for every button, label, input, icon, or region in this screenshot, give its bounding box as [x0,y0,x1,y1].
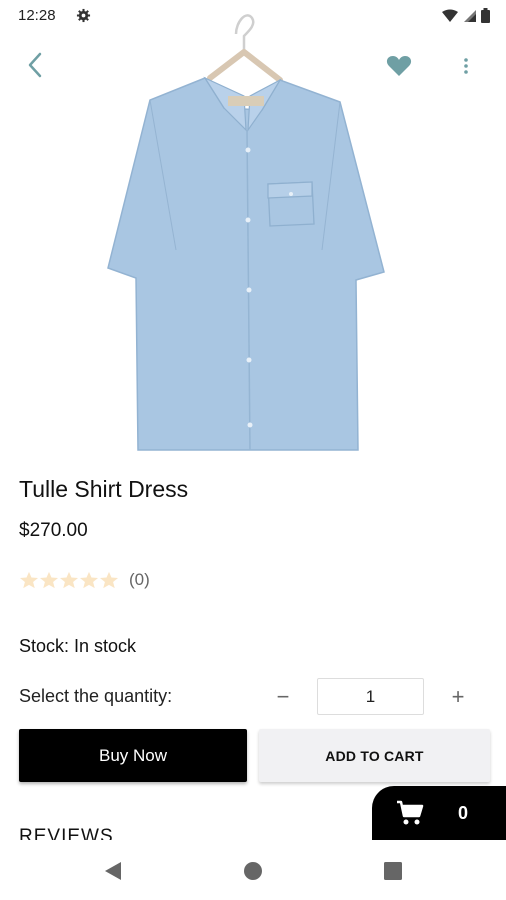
product-title: Tulle Shirt Dress [19,476,189,502]
quantity-increment-button[interactable]: + [443,682,473,712]
favorite-button[interactable] [382,50,416,82]
nav-recents-button[interactable] [382,860,404,882]
chevron-left-icon [28,52,42,78]
more-vert-icon [464,58,468,74]
stock-status: Stock: In stock [19,636,137,656]
battery-icon [481,8,490,23]
quantity-field[interactable]: 1 [317,678,424,715]
home-circle-icon [244,862,262,880]
quantity-decrement-button[interactable]: − [268,682,298,712]
nav-back-button[interactable] [102,860,124,882]
buy-now-button[interactable]: Buy Now [19,729,247,782]
status-bar: 12:28 [0,0,506,32]
quantity-label: Select the quantity: [19,686,173,706]
shirt-dress-illustration [0,0,506,452]
product-image [0,0,506,452]
star-icon [80,571,98,589]
recents-square-icon [384,862,402,880]
star-icon [40,571,58,589]
back-button[interactable] [18,46,52,84]
star-icon [100,571,118,589]
status-icons [441,8,490,23]
signal-icon [464,9,476,22]
cart-button[interactable]: 0 [372,786,506,840]
wifi-icon [442,9,458,22]
more-options-button[interactable] [454,50,478,82]
nav-home-button[interactable] [242,860,264,882]
system-nav-bar [0,840,506,900]
heart-icon [386,56,412,76]
status-time: 12:28 [18,7,56,24]
rating-row: (0) [19,570,150,590]
reviews-heading: REVIEWS [19,826,219,840]
star-icon [20,571,38,589]
star-icon [60,571,78,589]
add-to-cart-button[interactable]: ADD TO CART [259,729,490,782]
cart-icon [397,800,424,825]
gear-icon [76,8,91,23]
cart-count: 0 [457,803,468,823]
rating-count: (0) [129,570,150,589]
back-triangle-icon [105,862,121,880]
product-price: $270.00 [19,520,88,541]
reviews-heading-label: REVIEWS [19,826,114,840]
